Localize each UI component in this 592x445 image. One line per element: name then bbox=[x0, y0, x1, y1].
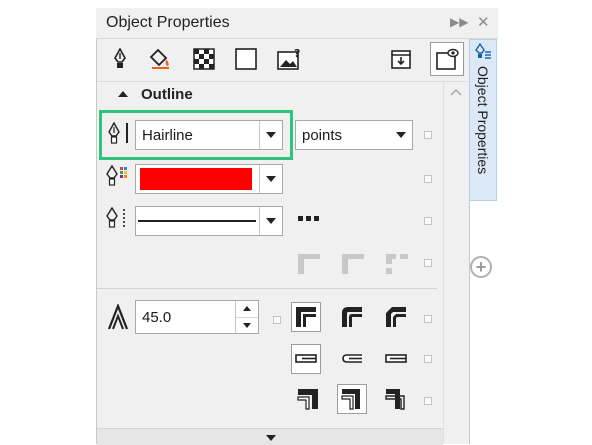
chevron-down-icon[interactable] bbox=[259, 165, 282, 193]
option-checkbox[interactable] bbox=[424, 355, 432, 363]
corner-bevel-button[interactable] bbox=[381, 302, 411, 332]
cap-butt-button[interactable] bbox=[291, 344, 321, 374]
fill-bucket-icon[interactable] bbox=[145, 44, 175, 74]
position-outside-button[interactable] bbox=[293, 384, 323, 414]
expand-icon[interactable]: ▶▶ bbox=[450, 15, 468, 29]
collapse-caret-icon[interactable] bbox=[118, 91, 128, 97]
close-icon[interactable]: ✕ bbox=[477, 13, 490, 31]
miter-limit-value: 45.0 bbox=[142, 308, 172, 326]
side-tab-pen-icon bbox=[475, 43, 491, 59]
option-checkbox[interactable] bbox=[273, 316, 281, 324]
side-tab-label: Object Properties bbox=[475, 66, 491, 175]
units-combo[interactable]: points bbox=[295, 120, 413, 150]
corner-round-button[interactable] bbox=[337, 302, 367, 332]
color-swatch bbox=[140, 168, 252, 190]
chevron-down-icon[interactable] bbox=[390, 121, 412, 149]
option-checkbox[interactable] bbox=[424, 315, 432, 323]
option-checkbox[interactable] bbox=[424, 397, 432, 405]
outline-pen-icon[interactable] bbox=[105, 44, 135, 74]
outline-style-combo[interactable] bbox=[135, 206, 283, 236]
option-checkbox[interactable] bbox=[424, 217, 432, 225]
option-checkbox[interactable] bbox=[424, 131, 432, 139]
position-center-button[interactable] bbox=[337, 384, 367, 414]
cap-square-button[interactable] bbox=[381, 344, 411, 374]
corner-miter-button[interactable] bbox=[291, 302, 321, 332]
spin-down-icon[interactable] bbox=[236, 318, 258, 334]
cap-round-button[interactable] bbox=[337, 344, 367, 374]
panel-toolbar: ? bbox=[97, 39, 467, 82]
line-width-preview bbox=[126, 123, 128, 143]
corner-square-disabled-icon bbox=[298, 254, 320, 274]
units-value: points bbox=[302, 126, 343, 144]
miter-limit-spinner[interactable]: 45.0 bbox=[135, 300, 259, 334]
transparency-checker-icon[interactable] bbox=[189, 44, 219, 74]
chevron-down-icon[interactable] bbox=[259, 207, 282, 235]
outline-color-icon bbox=[106, 164, 127, 186]
outline-width-value: Hairline bbox=[142, 126, 193, 144]
position-inside-button[interactable] bbox=[381, 384, 411, 414]
scroll-up-icon[interactable] bbox=[450, 88, 462, 96]
svg-text:?: ? bbox=[294, 47, 300, 60]
spinner-buttons bbox=[235, 301, 258, 333]
outline-section: Outline Hairline points 45.0 bbox=[97, 82, 443, 444]
section-title-outline: Outline bbox=[141, 86, 193, 103]
corner-round-disabled-icon bbox=[342, 254, 364, 274]
section-divider bbox=[97, 288, 437, 289]
spin-up-icon[interactable] bbox=[236, 301, 258, 318]
more-options-bar[interactable] bbox=[97, 428, 443, 445]
panel-title: Object Properties bbox=[106, 14, 230, 31]
outline-style-icon bbox=[106, 206, 125, 229]
option-checkbox[interactable] bbox=[424, 175, 432, 183]
frame-icon[interactable] bbox=[231, 44, 261, 74]
outline-color-combo[interactable] bbox=[135, 164, 283, 194]
image-question-icon[interactable]: ? bbox=[275, 44, 305, 74]
panel-titlebar: Object Properties ▶▶ ✕ bbox=[96, 8, 498, 39]
add-tab-icon[interactable]: + bbox=[470, 256, 492, 278]
corner-bevel-disabled-icon bbox=[386, 254, 408, 274]
stack-down-icon[interactable] bbox=[386, 44, 416, 74]
eye-frame-icon[interactable] bbox=[430, 42, 464, 76]
pen-width-icon bbox=[108, 122, 120, 144]
panel-scrollbar[interactable] bbox=[443, 82, 468, 444]
chevron-down-icon[interactable] bbox=[259, 121, 282, 149]
expand-more-icon[interactable] bbox=[266, 435, 276, 441]
outline-width-combo[interactable]: Hairline bbox=[135, 120, 283, 150]
style-preview-line bbox=[138, 220, 256, 222]
dash-options-icon[interactable] bbox=[298, 216, 320, 222]
miter-limit-icon bbox=[107, 304, 129, 330]
option-checkbox[interactable] bbox=[424, 259, 432, 267]
